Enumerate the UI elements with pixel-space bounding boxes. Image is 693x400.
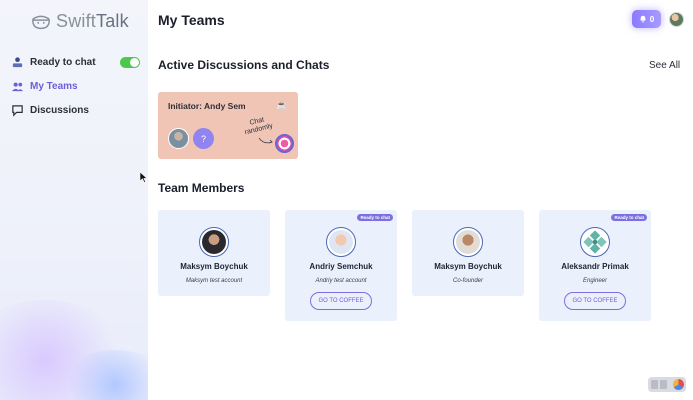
member-role: Maksym test account bbox=[185, 278, 243, 284]
go-to-coffee-button[interactable]: GO TO COFFEE bbox=[310, 292, 372, 310]
bell-icon bbox=[640, 15, 646, 23]
member-avatar bbox=[453, 227, 483, 257]
user-avatar[interactable] bbox=[669, 12, 684, 27]
sidebar-item-label: Ready to chat bbox=[30, 56, 96, 68]
ready-to-chat-badge: Ready to chat bbox=[611, 214, 647, 221]
widget-square-icon bbox=[660, 380, 667, 389]
sidebar-item-discussions[interactable]: Discussions bbox=[10, 98, 140, 122]
logo-text: SwiftTalk bbox=[56, 10, 129, 31]
see-all-link[interactable]: See All bbox=[649, 60, 680, 71]
widget-square-icon bbox=[651, 380, 658, 389]
discussion-initiator: Initiator: Andy Sem bbox=[168, 101, 246, 111]
member-name: Aleksandr Primak bbox=[561, 262, 629, 271]
sidebar-item-label: Discussions bbox=[30, 104, 89, 116]
discussion-card[interactable]: Initiator: Andy Sem ☕ ? Chat randomly bbox=[158, 92, 298, 159]
go-to-coffee-button[interactable]: GO TO COFFEE bbox=[564, 292, 626, 310]
member-name: Maksym Boychuk bbox=[180, 262, 248, 271]
notifications-button[interactable]: 0 bbox=[632, 10, 661, 28]
member-name: Maksym Boychuk bbox=[434, 262, 502, 271]
curved-arrow-icon bbox=[258, 137, 273, 144]
member-avatar bbox=[199, 227, 229, 257]
team-section-title: Team Members bbox=[158, 181, 245, 195]
sidebar-item-ready-to-chat: Ready to chat bbox=[10, 50, 140, 74]
chat-bubble-icon bbox=[10, 103, 24, 117]
member-name: Andriy Semchuk bbox=[309, 262, 373, 271]
member-role: Andriy test account bbox=[315, 278, 367, 284]
ready-to-chat-toggle[interactable] bbox=[120, 56, 140, 68]
floating-widget[interactable] bbox=[648, 377, 686, 392]
main-content: My Teams 0 Active Discussions and Chats … bbox=[148, 0, 693, 400]
sidebar-nav: Ready to chat My Teams Discussions bbox=[10, 50, 140, 122]
member-avatar bbox=[326, 227, 356, 257]
geometric-avatar-icon bbox=[583, 230, 607, 254]
sidebar: SwiftTalk Ready to chat My Teams Discuss… bbox=[0, 0, 148, 400]
team-member-card[interactable]: Ready to chat Aleksandr Primak Engineer … bbox=[539, 210, 651, 321]
ready-to-chat-badge: Ready to chat bbox=[357, 214, 393, 221]
app-logo[interactable]: SwiftTalk bbox=[30, 10, 129, 32]
team-member-card[interactable]: Maksym Boychuk Maksym test account bbox=[158, 210, 270, 296]
mouse-cursor-icon bbox=[140, 172, 148, 183]
chat-bowl-icon bbox=[32, 15, 50, 30]
member-role: Co-founder bbox=[452, 278, 484, 284]
coffee-cup-icon: ☕ bbox=[276, 100, 288, 110]
discussions-section-title: Active Discussions and Chats bbox=[158, 58, 330, 72]
users-icon bbox=[10, 79, 24, 93]
member-role: Engineer bbox=[582, 278, 608, 284]
page-title: My Teams bbox=[158, 12, 225, 28]
sidebar-item-label: My Teams bbox=[30, 80, 78, 92]
unknown-participant-avatar: ? bbox=[193, 128, 214, 149]
sidebar-item-my-teams[interactable]: My Teams bbox=[10, 74, 140, 98]
person-laptop-icon bbox=[10, 55, 24, 69]
chat-randomly-label: Chat randomly bbox=[244, 116, 274, 137]
notification-count: 0 bbox=[649, 14, 655, 24]
random-wheel-icon[interactable] bbox=[275, 134, 294, 153]
participant-avatar bbox=[168, 128, 189, 149]
team-member-card[interactable]: Ready to chat Andriy Semchuk Andriy test… bbox=[285, 210, 397, 321]
recorder-logo-icon bbox=[673, 379, 684, 390]
team-member-card[interactable]: Maksym Boychuk Co-founder bbox=[412, 210, 524, 296]
member-avatar bbox=[580, 227, 610, 257]
